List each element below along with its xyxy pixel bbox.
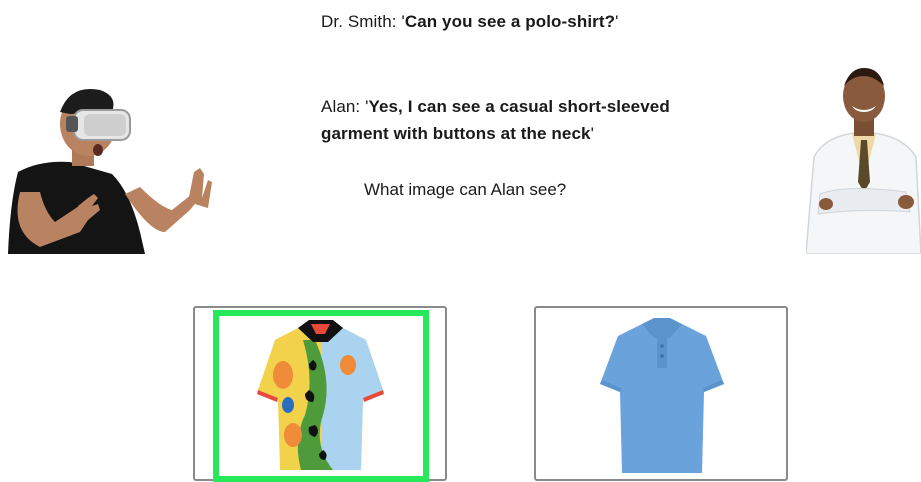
image-option-blue-shirt[interactable] [534, 306, 788, 481]
question-text: What image can Alan see? [364, 180, 567, 199]
quote-mark: ' [590, 124, 594, 143]
patterned-polo-shirt-image [257, 320, 384, 470]
vr-headset-person-image [8, 88, 212, 254]
alan-answer-text: Yes, I can see a casual short-sleeved ga… [321, 97, 670, 143]
image-option-patterned-shirt[interactable] [193, 306, 447, 482]
smith-dialog-line: Dr. Smith: 'Can you see a polo-shirt?' [321, 8, 618, 35]
quote-mark: ' [615, 12, 619, 31]
alan-speaker-label: Alan: [321, 97, 366, 116]
smith-question-text: Can you see a polo-shirt? [404, 12, 616, 31]
blue-polo-shirt-image [600, 318, 724, 473]
alan-dialog-line: Alan: 'Yes, I can see a casual short-sle… [321, 93, 741, 147]
doctor-image [806, 68, 921, 254]
smith-speaker-label: Dr. Smith: [321, 12, 402, 31]
